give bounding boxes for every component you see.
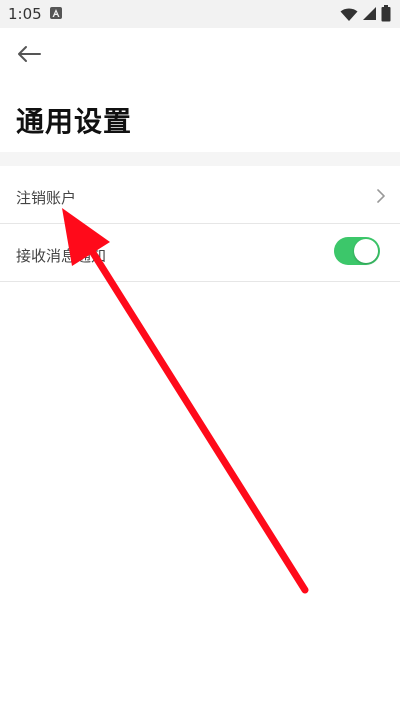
delete-account-row[interactable]: 注销账户 [0, 166, 400, 224]
status-time: 1:05 [8, 5, 42, 23]
delete-account-label: 注销账户 [16, 189, 77, 207]
cellular-signal-icon [362, 6, 377, 25]
back-button[interactable] [14, 42, 44, 70]
chevron-right-icon [376, 188, 386, 208]
status-bar: 1:05 [0, 0, 400, 28]
notification-a-icon [50, 7, 62, 19]
message-notification-row: 接收消息通知 [0, 224, 400, 282]
section-divider [0, 152, 400, 166]
wifi-icon [340, 7, 358, 26]
battery-icon [381, 5, 391, 26]
message-notification-label: 接收消息通知 [16, 247, 107, 265]
arrow-left-icon [16, 45, 42, 67]
toggle-knob [354, 239, 378, 263]
page-title: 通用设置 [16, 105, 133, 138]
settings-list: 注销账户 接收消息通知 [0, 166, 400, 282]
message-notification-toggle[interactable] [334, 237, 380, 265]
